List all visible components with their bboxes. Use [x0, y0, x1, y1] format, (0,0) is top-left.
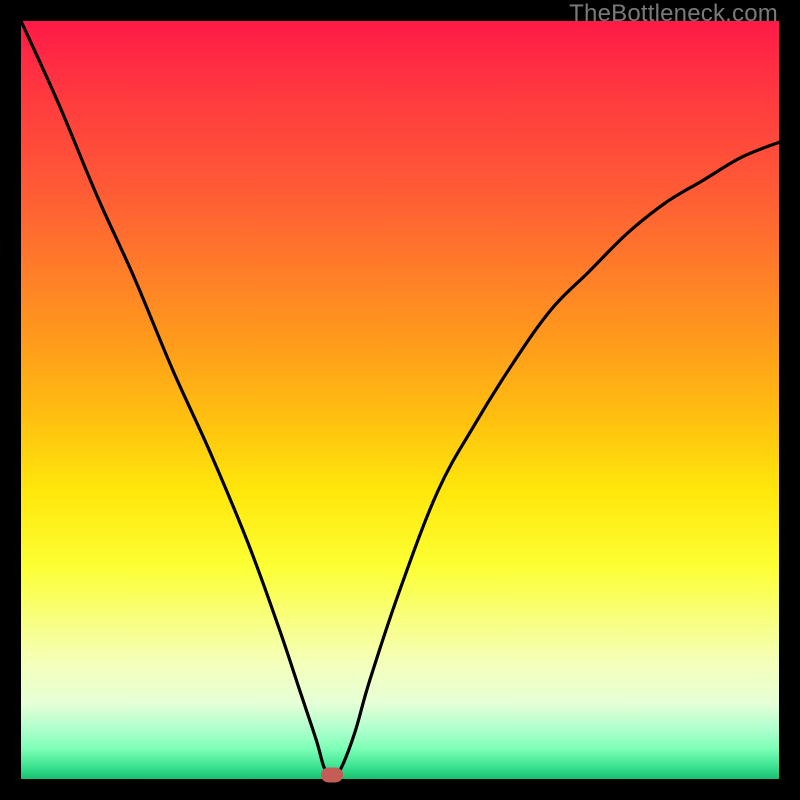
chart-frame: TheBottleneck.com [0, 0, 800, 800]
minimum-marker [321, 768, 343, 783]
bottleneck-curve [21, 21, 779, 779]
plot-area [21, 21, 779, 779]
